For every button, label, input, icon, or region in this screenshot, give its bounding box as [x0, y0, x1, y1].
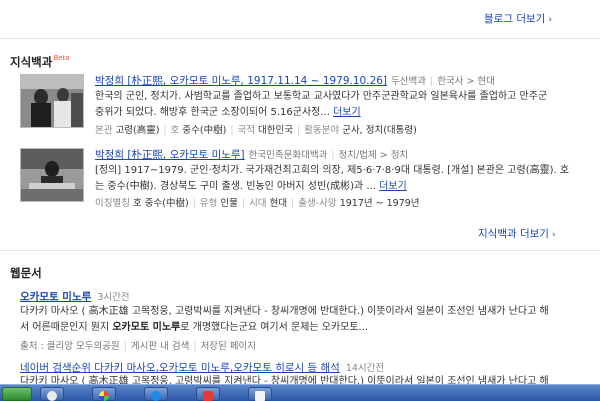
- desc-text: 는 중수(中樹). 경상북도 구미 출생. 빈농인 아버지 성빈(成彬)과 ..…: [95, 181, 376, 192]
- attr-value: 군사, 정치(대통령): [342, 125, 417, 136]
- desc-line: 서 어른때문인지 뭔지 오카모토 미노루로 개명했다는군요 여기서 문제는 오카…: [20, 320, 580, 336]
- taskbar-button[interactable]: [40, 387, 64, 401]
- more-link[interactable]: 더보기: [379, 181, 407, 192]
- webdoc-1-source: 출처 : 클리앙 모두의공원: [20, 341, 120, 352]
- divider: |: [241, 198, 246, 209]
- desc-text: 중위가 되었다. 해방후 한국군 소장이되어 5.16군사정...: [95, 107, 330, 118]
- encyclopedia-item-1-category: 한국사 > 현대: [437, 76, 495, 87]
- webdoc-1-title-row: 오카모토 미노루 3시간전: [20, 289, 130, 304]
- encyclopedia-item-2-link[interactable]: 박정희 [朴正熙, 오카모토 미노루]: [95, 149, 245, 161]
- attr-key: 본관: [95, 125, 113, 136]
- desc-highlight: 오카모토 미노루: [112, 322, 181, 333]
- divider: |: [291, 198, 295, 209]
- divider: [0, 250, 600, 251]
- attr-key: 활동분야: [304, 125, 340, 136]
- taskbar-button[interactable]: [248, 387, 272, 401]
- desc-text: 로 개명했다는군요 여기서 문제는 오카모토...: [180, 322, 369, 333]
- chevron-right-icon: ›: [551, 230, 556, 240]
- encyclopedia-thumbnail-1[interactable]: [20, 74, 84, 128]
- divider: |: [230, 125, 234, 136]
- chevron-right-icon: ›: [548, 15, 552, 25]
- encyclopedia-item-2-attrs: 이칭별칭 호 중수(中樹) | 유형 인물 | 시대 현대 | 출생-사망 1917년 ~ …: [95, 195, 420, 209]
- webdoc-1-link[interactable]: 오카모토 미노루: [20, 291, 91, 303]
- divider: |: [297, 125, 301, 136]
- attr-key: 유형: [199, 198, 218, 209]
- attr-key: 출생-사망: [298, 198, 337, 209]
- encyclopedia-item-1-link[interactable]: 박정희 [朴正熙, 오카모토 미노루, 1917.11.14 ~ 1979.10…: [95, 75, 387, 87]
- attr-value: 인물: [220, 198, 238, 209]
- divider: |: [430, 76, 434, 87]
- encyclopedia-item-1-title-row: 박정희 [朴正熙, 오카모토 미노루, 1917.11.14 ~ 1979.10…: [95, 73, 495, 88]
- beta-badge: Beta: [53, 54, 70, 62]
- webdoc-1-time: 3시간전: [97, 292, 130, 303]
- encyclopedia-more-link[interactable]: 지식백과 더보기 ›: [478, 226, 556, 241]
- webdoc-1-desc: 다카키 마사오 ( 高木正雄 고목정웅, 고령박씨를 지켜낸다 - 창씨개명에 …: [20, 304, 580, 336]
- attr-value: 중수(中樹): [182, 125, 227, 136]
- attr-value: 고령(高靈): [115, 125, 160, 136]
- webdoc-1-source-row: 출처 : 클리앙 모두의공원 | 게시판 내 검색 | 저장된 페이지: [20, 338, 256, 352]
- attr-value: 대한민국: [258, 125, 293, 136]
- attr-value: 현대: [269, 198, 288, 209]
- more-link[interactable]: 더보기: [333, 107, 361, 118]
- encyclopedia-item-2-desc: [정의] 1917~1979. 군인·정치가. 국가재건최고회의 의장, 제5·…: [95, 163, 600, 195]
- attr-key: 호: [170, 125, 180, 136]
- taskbar-button[interactable]: [92, 387, 116, 401]
- start-button[interactable]: [2, 387, 32, 401]
- blog-more-label[interactable]: 블로그 더보기: [484, 13, 545, 25]
- desc-line: 한국의 군인, 정치가. 사범학교를 졸업하고 보통학교 교사였다가 만주군관학…: [95, 91, 548, 102]
- taskbar-button[interactable]: [196, 387, 220, 401]
- webdoc-2-time: 14시간전: [345, 363, 385, 374]
- attr-key: 시대: [249, 198, 267, 209]
- encyclopedia-more-label[interactable]: 지식백과 더보기: [478, 228, 549, 240]
- webdocs-section-title: 웹문서: [10, 266, 42, 280]
- taskbar: [0, 384, 600, 401]
- desc-line: 는 중수(中樹). 경상북도 구미 출생. 빈농인 아버지 성빈(成彬)과 ..…: [95, 179, 600, 195]
- encyclopedia-item-2-title-row: 박정희 [朴正熙, 오카모토 미노루] 한국민족문화대백과 | 정치/법제 > 정치: [95, 147, 408, 162]
- divider: [0, 38, 600, 39]
- divider: |: [192, 198, 196, 209]
- encyclopedia-section-title: 지식백과Beta: [10, 54, 69, 70]
- encyclopedia-item-1-desc: 한국의 군인, 정치가. 사범학교를 졸업하고 보통학교 교사였다가 만주군관학…: [95, 89, 600, 121]
- encyclopedia-item-1-attrs: 본관 고령(高靈) | 호 중수(中樹) | 국적 대한민국 | 활동분야 군사, 정치(대…: [95, 122, 417, 136]
- divider: |: [123, 341, 127, 352]
- encyclopedia-thumbnail-2[interactable]: [20, 148, 84, 202]
- encyclopedia-title: 지식백과: [10, 55, 53, 69]
- board-search-link[interactable]: 게시판 내 검색: [131, 341, 189, 352]
- attr-key: 이칭별칭: [95, 198, 130, 209]
- divider: |: [193, 341, 197, 352]
- webdoc-2-title-row: 네이버 검색순위 다카키 마사오,오카모토 미노루,오카모토 히로시 등 해석 1…: [20, 360, 384, 375]
- attr-value: 호 중수(中樹): [133, 198, 189, 209]
- encyclopedia-item-2-source: 한국민족문화대백과: [248, 150, 328, 161]
- attr-key: 국적: [237, 125, 255, 136]
- taskbar-button[interactable]: [144, 387, 168, 401]
- divider: |: [163, 125, 167, 136]
- encyclopedia-item-2-category: 정치/법제 > 정치: [338, 150, 409, 161]
- blog-more-link[interactable]: 블로그 더보기 ›: [484, 11, 552, 26]
- encyclopedia-item-1-source: 두산백과: [391, 76, 426, 87]
- cached-page-link[interactable]: 저장된 페이지: [201, 341, 256, 352]
- desc-line: [정의] 1917~1979. 군인·정치가. 국가재건최고회의 의장, 제5·…: [95, 165, 570, 176]
- desc-line: 중위가 되었다. 해방후 한국군 소장이되어 5.16군사정... 더보기: [95, 105, 600, 121]
- webdoc-2-link[interactable]: 네이버 검색순위 다카키 마사오,오카모토 미노루,오카모토 히로시 등 해석: [20, 362, 340, 374]
- desc-text: 서 어른때문인지 뭔지: [20, 322, 113, 333]
- divider: |: [331, 150, 335, 161]
- attr-value: 1917년 ~ 1979년: [339, 198, 420, 209]
- desc-line: 다카키 마사오 ( 高木正雄 고목정웅, 고령박씨를 지켜낸다 - 창씨개명에 …: [20, 306, 549, 317]
